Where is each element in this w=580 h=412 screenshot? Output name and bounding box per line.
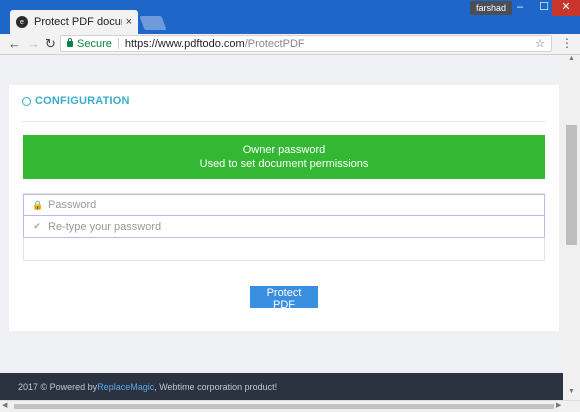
password-fields: 🔒 ✔ (23, 193, 545, 261)
new-tab-button[interactable] (139, 16, 167, 30)
secure-label: Secure (77, 37, 112, 50)
forward-button[interactable]: → (27, 36, 40, 51)
lock-icon: 🔒 (32, 199, 44, 210)
retype-password-input[interactable] (48, 220, 508, 233)
banner-subtitle: Used to set document permissions (199, 158, 369, 170)
profile-badge[interactable]: farshad (470, 1, 513, 15)
scroll-thumb[interactable] (566, 125, 577, 245)
close-window-button[interactable]: ✕ (552, 0, 580, 16)
header-divider (22, 121, 545, 122)
scroll-right-arrow-icon[interactable]: ▶ (556, 401, 561, 409)
vertical-scrollbar[interactable]: ▲ ▼ (563, 55, 580, 400)
scroll-up-arrow-icon[interactable]: ▲ (563, 55, 580, 67)
scroll-down-arrow-icon[interactable]: ▼ (563, 388, 580, 400)
browser-tab[interactable]: e Protect PDF documents × (10, 10, 138, 34)
tab-close-icon[interactable]: × (126, 16, 132, 28)
check-icon: ✔ (33, 221, 41, 231)
browser-menu-button[interactable]: ⋮ (561, 36, 573, 50)
password-input[interactable] (48, 199, 508, 211)
address-separator (117, 38, 119, 49)
address-bar[interactable]: Secure https://www.pdftodo.com/ProtectPD… (60, 35, 552, 52)
footer-brand-link[interactable]: ReplaceMagic (97, 382, 154, 392)
banner-title: Owner password (242, 144, 326, 156)
lock-icon (67, 37, 73, 47)
url-host: https://www.pdftodo.com (124, 37, 245, 50)
footer-suffix: , Webtime corporation product! (154, 381, 278, 392)
password-field-row: 🔒 (23, 194, 545, 216)
reload-button[interactable]: ↻ (45, 36, 56, 52)
retype-field-row: ✔ (23, 216, 545, 238)
bookmark-star-icon[interactable]: ☆ (535, 37, 545, 50)
configuration-card: CONFIGURATION Owner password Used to set… (9, 85, 559, 331)
browser-toolbar: ← → ↻ Secure https://www.pdftodo.com/Pro… (0, 34, 580, 55)
configuration-header: CONFIGURATION (22, 95, 130, 107)
owner-password-banner: Owner password Used to set document perm… (23, 135, 545, 179)
horizontal-scrollbar[interactable]: ◀ ▶ (0, 400, 580, 412)
footer-prefix: 2017 © Powered by (18, 381, 98, 392)
window-titlebar: e Protect PDF documents × farshad – ☐ ✕ (0, 0, 580, 34)
protect-pdf-button[interactable]: Protect PDF (250, 286, 318, 311)
tab-title: Protect PDF documents (34, 16, 122, 28)
back-button[interactable]: ← (8, 36, 21, 51)
minimize-button[interactable]: – (508, 0, 532, 16)
horizontal-scroll-thumb[interactable] (14, 404, 554, 409)
gear-icon (22, 96, 31, 106)
page-viewport: CONFIGURATION Owner password Used to set… (0, 55, 563, 400)
page-footer: 2017 © Powered by ReplaceMagic, Webtime … (0, 373, 563, 400)
configuration-title: CONFIGURATION (35, 95, 130, 107)
scroll-left-arrow-icon[interactable]: ◀ (2, 401, 7, 409)
url-path: /ProtectPDF (244, 37, 305, 50)
site-favicon-icon: e (16, 16, 28, 28)
